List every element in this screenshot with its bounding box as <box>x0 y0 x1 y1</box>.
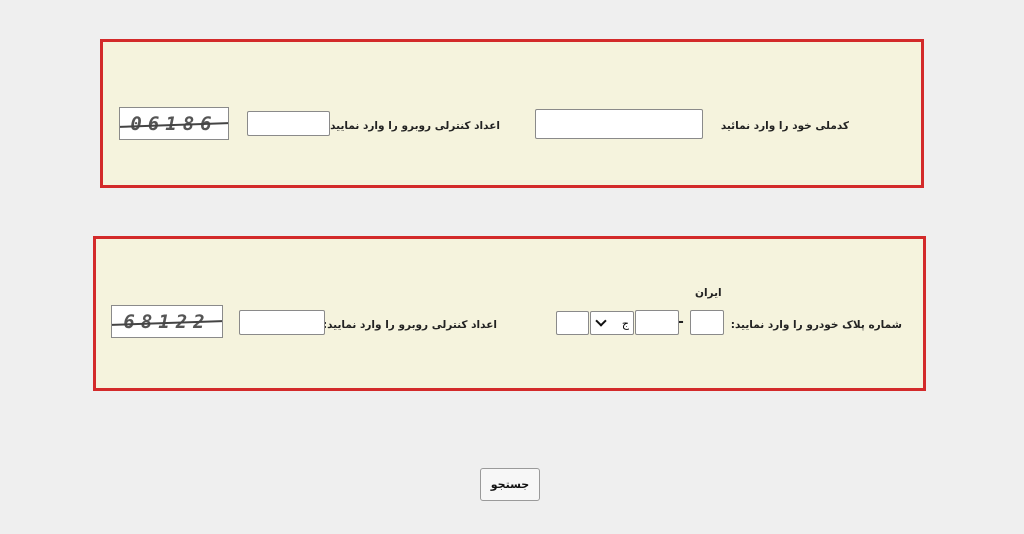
chevron-down-icon <box>595 315 607 327</box>
plate-three-digit-input[interactable] <box>635 310 679 335</box>
plate-region-input[interactable] <box>690 310 724 335</box>
national-id-label: کدملی خود را وارد نمائید <box>720 120 849 132</box>
inquiry-page: کدملی خود را وارد نمائید اعداد کنترلی رو… <box>0 0 1024 534</box>
captcha-image: 68122 <box>111 305 223 338</box>
captcha-input[interactable] <box>247 111 330 136</box>
national-id-panel: کدملی خود را وارد نمائید اعداد کنترلی رو… <box>100 39 924 188</box>
plate-letter-select[interactable]: ج <box>590 311 634 335</box>
country-label: ایران <box>695 287 722 299</box>
captcha-label: اعداد کنترلی روبرو را وارد نمایید: <box>325 120 500 132</box>
national-id-input[interactable] <box>535 109 703 139</box>
captcha-image: 06186 <box>119 107 229 140</box>
captcha-input[interactable] <box>239 310 325 335</box>
search-button[interactable]: جستجو <box>480 468 540 501</box>
plate-label: شماره پلاک خودرو را وارد نمایید: <box>730 319 902 331</box>
captcha-label: اعداد کنترلی روبرو را وارد نمایید: <box>322 319 497 331</box>
plate-letter-value: ج <box>621 316 629 330</box>
license-plate-panel: ایران شماره پلاک خودرو را وارد نمایید: -… <box>93 236 926 391</box>
plate-two-digit-input[interactable] <box>556 311 589 335</box>
